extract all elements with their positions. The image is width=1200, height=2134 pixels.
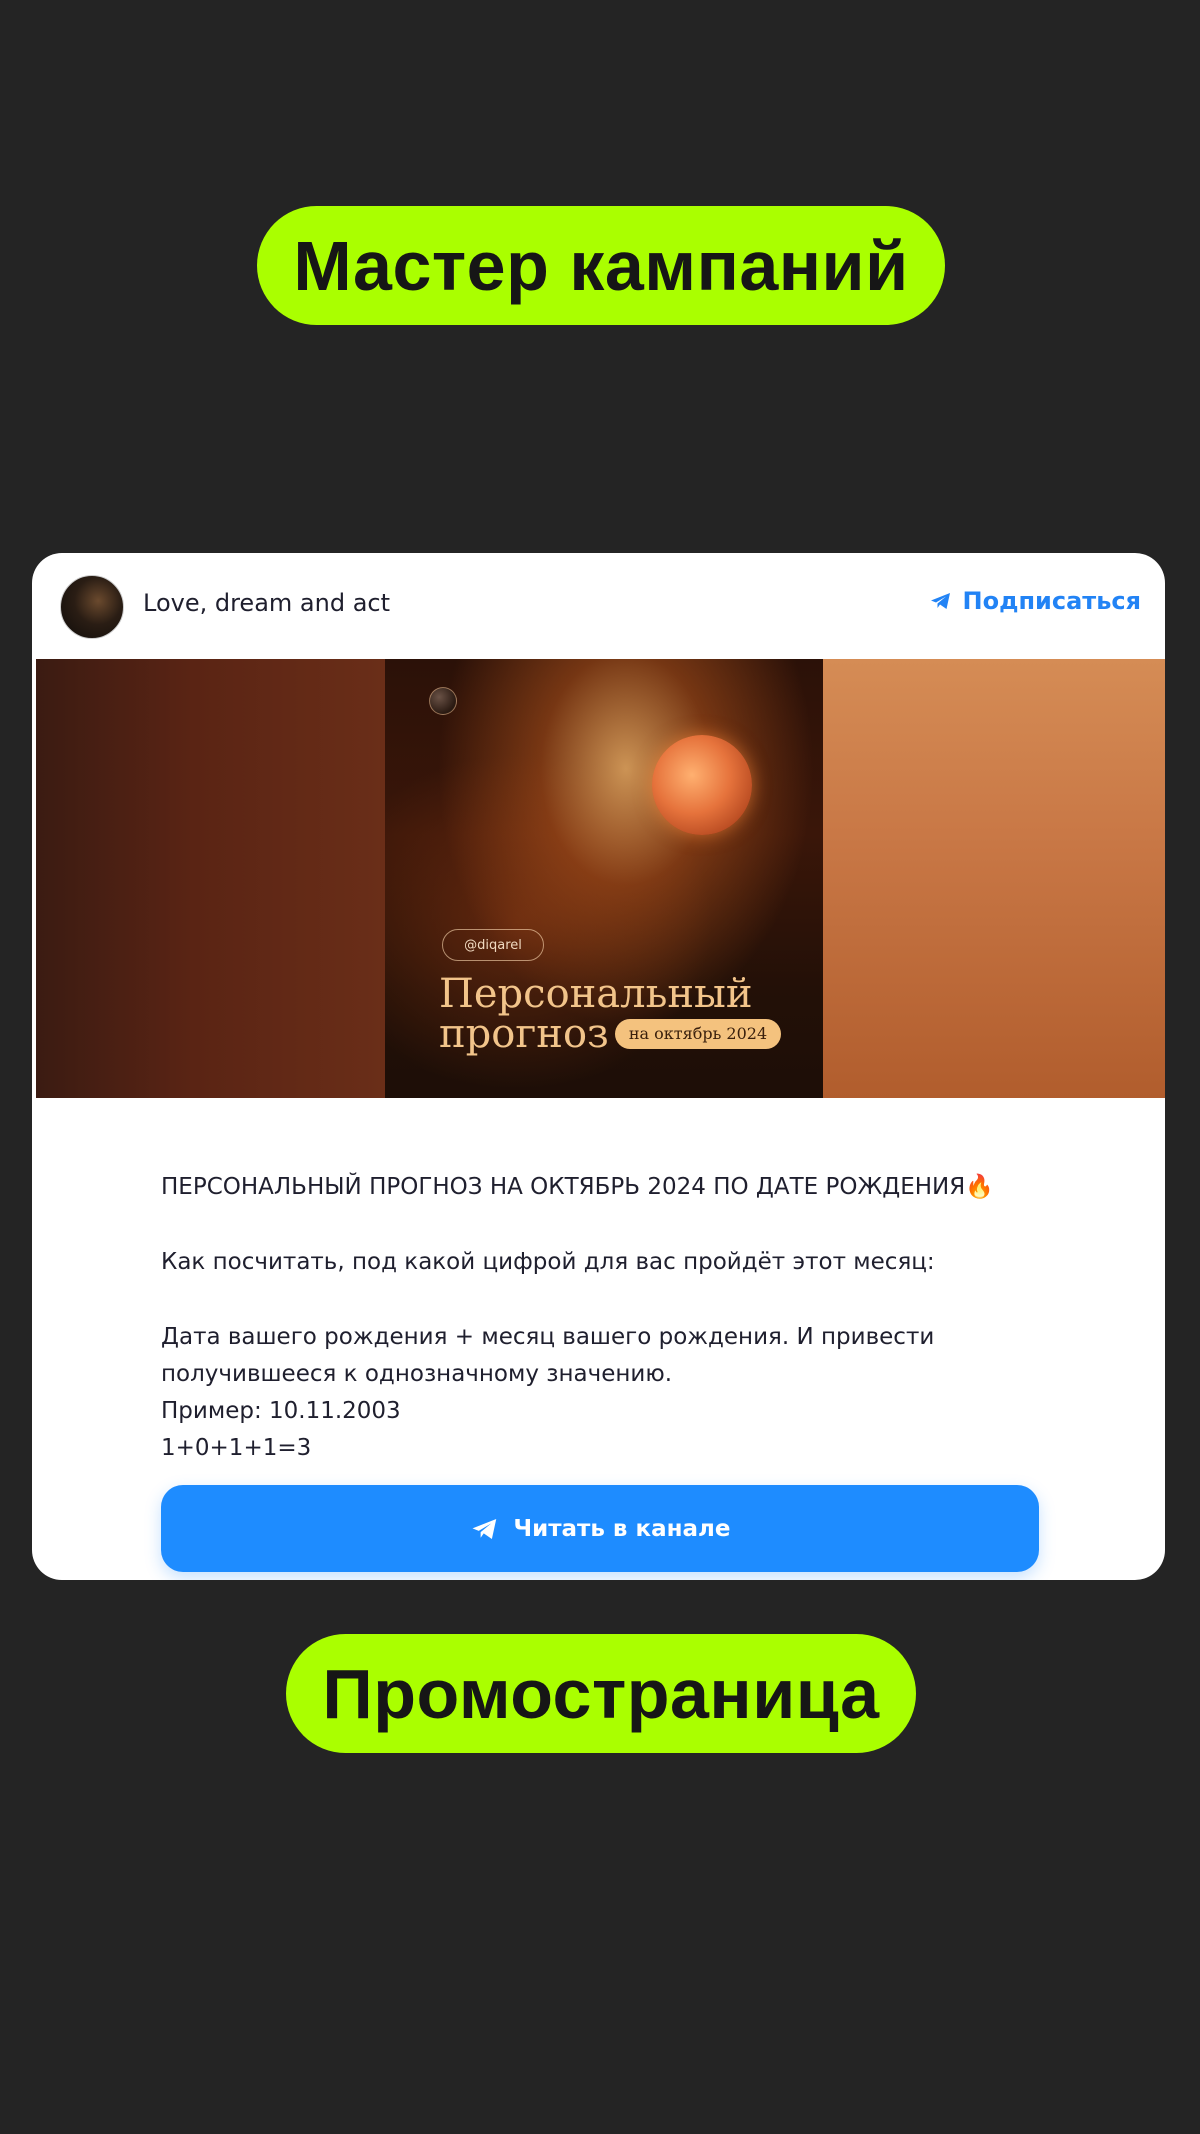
post-line: Дата вашего рождения + месяц вашего рожд… <box>161 1324 935 1350</box>
post-heading: ПЕРСОНАЛЬНЫЙ ПРОГНОЗ НА ОКТЯБРЬ 2024 ПО … <box>161 1174 994 1200</box>
subscribe-label: Подписаться <box>962 587 1142 615</box>
title-pill-master-campaigns: Мастер кампаний <box>257 206 945 325</box>
banner-date-badge: на октябрь 2024 <box>614 1019 782 1049</box>
read-button-label: Читать в канале <box>513 1515 731 1542</box>
subscribe-button[interactable]: Подписаться <box>929 587 1142 615</box>
banner-blur-right <box>823 659 1165 1098</box>
banner-blur-left <box>36 659 385 1098</box>
post-line: Как посчитать, под какой цифрой для вас … <box>161 1249 935 1275</box>
post-line: 1+0+1+1=3 <box>161 1435 312 1461</box>
channel-name[interactable]: Love, dream and act <box>143 589 390 617</box>
channel-avatar[interactable] <box>60 575 124 639</box>
banner-title-line1: Персональный <box>439 971 753 1017</box>
post-line: получившееся к однозначному значению. <box>161 1361 673 1387</box>
read-in-channel-button[interactable]: Читать в канале <box>161 1485 1039 1572</box>
title-label: Промостраница <box>322 1654 880 1733</box>
moon-graphic <box>429 687 457 715</box>
post-line: Пример: 10.11.2003 <box>161 1398 401 1424</box>
telegram-icon <box>930 593 950 609</box>
banner-artwork: @diqarel Персональный прогноз на октябрь… <box>385 659 823 1098</box>
post-banner-image[interactable]: @diqarel Персональный прогноз на октябрь… <box>36 659 1165 1098</box>
title-pill-promo-page: Промостраница <box>286 1634 916 1753</box>
title-label: Мастер кампаний <box>293 226 909 305</box>
planet-graphic <box>652 735 752 835</box>
banner-title-line2: прогноз <box>439 1011 609 1057</box>
telegram-icon <box>472 1518 496 1539</box>
banner-title: Персональный прогноз на октябрь 2024 <box>439 971 782 1057</box>
card-header: Love, dream and act Подписаться <box>32 553 1165 659</box>
banner-handle: @diqarel <box>442 929 544 961</box>
promo-card: Love, dream and act Подписаться @diqarel… <box>32 553 1165 1580</box>
